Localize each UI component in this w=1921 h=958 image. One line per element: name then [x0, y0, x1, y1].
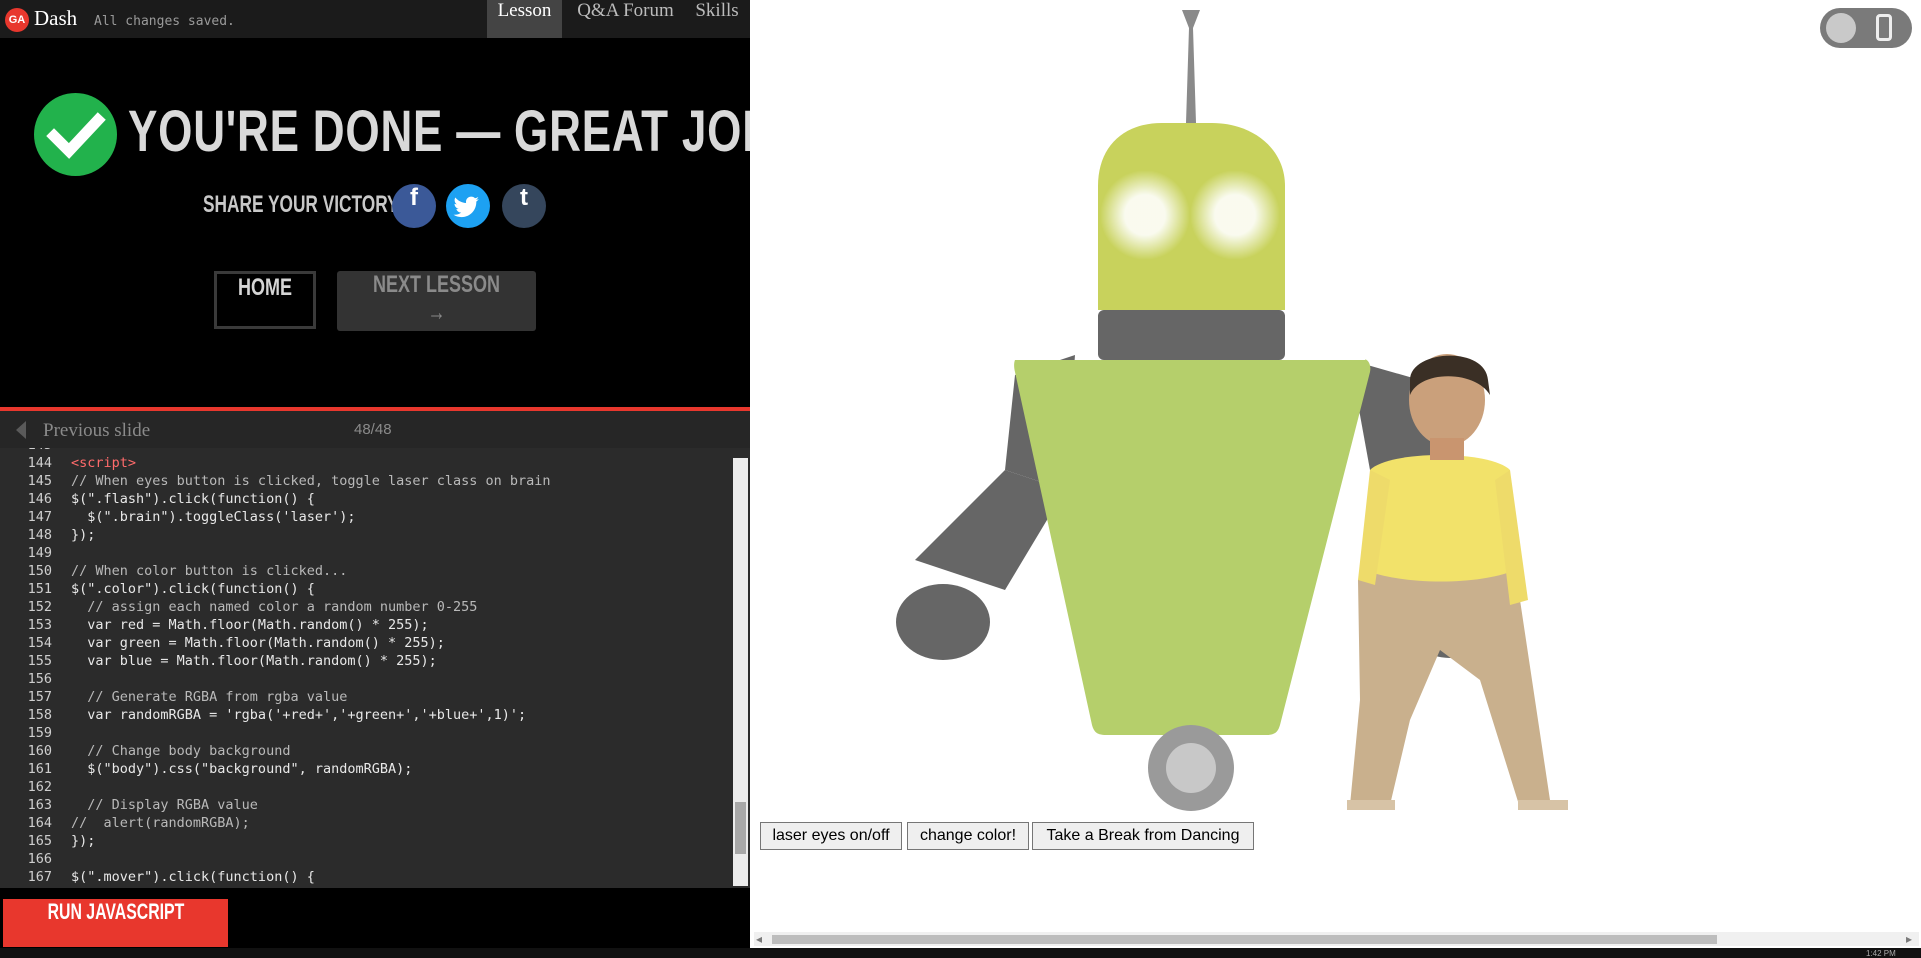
line-number: 157	[27, 689, 52, 705]
line-number-gutter: 145 144 145 146 147 148 149 150 151 152 153 154 155 1…	[0, 448, 64, 888]
code-line[interactable]: <script>	[71, 455, 136, 471]
completion-title: YOU'RE DONE — GREAT JOB!	[128, 99, 791, 164]
line-number: 145	[27, 473, 52, 489]
code-line[interactable]: $(".color").click(function() {	[71, 581, 315, 597]
code-line[interactable]: // alert(randomRGBA);	[71, 815, 250, 831]
code-line[interactable]: // Display RGBA value	[71, 797, 258, 813]
line-number: 149	[27, 545, 52, 561]
run-javascript-button[interactable]: RUN JAVASCRIPT	[3, 899, 228, 947]
home-button-label: HOME	[238, 274, 292, 301]
scroll-left-arrow-icon[interactable]: ◂	[756, 932, 762, 946]
editor-scrollbar[interactable]	[733, 458, 748, 886]
code-line[interactable]: var randomRGBA = 'rgba('+red+','+green+'…	[71, 707, 526, 723]
robot-jaw	[1098, 310, 1285, 360]
code-line[interactable]: var green = Math.floor(Math.random() * 2…	[71, 635, 445, 651]
lesson-panel: GA Dash All changes saved. Lesson Q&A Fo…	[0, 0, 789, 958]
laser-eyes-button[interactable]: laser eyes on/off	[760, 822, 902, 850]
line-number: 145	[0, 448, 52, 453]
slide-counter: 48/48	[354, 421, 392, 438]
code-line[interactable]: // When color button is clicked...	[71, 563, 347, 579]
line-number: 159	[27, 725, 52, 741]
line-number: 156	[27, 671, 52, 687]
slide-navigation: Previous slide 48/48	[0, 411, 750, 448]
line-number: 163	[27, 797, 52, 813]
os-taskbar	[0, 948, 1921, 958]
tumblr-icon[interactable]: t	[502, 184, 546, 228]
top-nav-bar: GA Dash All changes saved. Lesson Q&A Fo…	[0, 0, 750, 38]
code-line[interactable]: // When eyes button is clicked, toggle l…	[71, 473, 551, 489]
code-editor[interactable]: 145 144 145 146 147 148 149 150 151 152 153 154 155 1…	[0, 448, 750, 888]
code-line[interactable]: $("body").css("background", randomRGBA);	[71, 761, 412, 777]
line-number: 144	[27, 455, 52, 471]
app-name[interactable]: Dash	[34, 6, 77, 31]
ga-logo[interactable]: GA	[5, 8, 29, 32]
twitter-icon[interactable]	[446, 184, 490, 228]
next-lesson-label: NEXT LESSON →	[372, 271, 501, 326]
code-line[interactable]: $(".flash").click(function() {	[71, 491, 315, 507]
line-number: 167	[27, 869, 52, 885]
line-number: 160	[27, 743, 52, 759]
chevron-left-icon[interactable]	[16, 421, 26, 439]
save-status: All changes saved.	[94, 14, 235, 29]
line-number: 151	[27, 581, 52, 597]
code-line[interactable]: });	[71, 527, 95, 543]
code-line[interactable]: });	[71, 833, 95, 849]
robot-illustration	[896, 10, 1568, 811]
line-number: 154	[27, 635, 52, 651]
code-line[interactable]: // Generate RGBA from rgba value	[71, 689, 347, 705]
robot-left-eye	[1100, 170, 1190, 260]
code-line[interactable]: $(".mover").click(function() {	[71, 869, 315, 885]
tab-qa-forum[interactable]: Q&A Forum	[573, 0, 678, 38]
preview-horizontal-scrollbar[interactable]: ◂ ▸	[754, 932, 1919, 946]
run-javascript-label: RUN JAVASCRIPT	[47, 899, 184, 924]
tab-skills[interactable]: Skills	[691, 0, 743, 38]
line-number: 162	[27, 779, 52, 795]
line-number: 155	[27, 653, 52, 669]
code-line[interactable]: var red = Math.floor(Math.random() * 255…	[71, 617, 428, 633]
scroll-right-arrow-icon[interactable]: ▸	[1906, 932, 1912, 946]
robot-left-hand	[896, 584, 990, 660]
preview-stage: laser eyes on/off change color! Take a B…	[750, 0, 1921, 958]
checkmark-icon	[34, 93, 117, 176]
line-number: 152	[27, 599, 52, 615]
code-line[interactable]: // assign each named color a random numb…	[71, 599, 477, 615]
tab-lesson[interactable]: Lesson	[487, 0, 562, 38]
change-color-button[interactable]: change color!	[907, 822, 1029, 850]
facebook-icon[interactable]: f	[392, 184, 436, 228]
line-number: 153	[27, 617, 52, 633]
robot-right-eye	[1190, 170, 1280, 260]
take-a-break-button[interactable]: Take a Break from Dancing	[1032, 822, 1254, 850]
line-number: 161	[27, 761, 52, 777]
line-number: 150	[27, 563, 52, 579]
line-number: 147	[27, 509, 52, 525]
code-line[interactable]: // Change body background	[71, 743, 290, 759]
line-number: 164	[27, 815, 52, 831]
home-button[interactable]: HOME	[214, 271, 316, 329]
robot-wheel-hub	[1166, 743, 1216, 793]
robot-antenna	[1182, 10, 1200, 123]
preview-scrollbar-thumb[interactable]	[772, 935, 1717, 944]
share-label: SHARE YOUR VICTORY:	[203, 191, 404, 218]
code-line[interactable]: var blue = Math.floor(Math.random() * 25…	[71, 653, 437, 669]
next-lesson-button[interactable]: NEXT LESSON →	[337, 271, 536, 331]
code-line[interactable]: $(".brain").toggleClass('laser');	[71, 509, 355, 525]
line-number: 146	[27, 491, 52, 507]
line-number: 166	[27, 851, 52, 867]
line-number: 158	[27, 707, 52, 723]
line-number: 148	[27, 527, 52, 543]
robot-body	[1014, 359, 1371, 735]
taskbar-clock: 1:42 PM	[1866, 949, 1896, 958]
previous-slide-link[interactable]: Previous slide	[43, 420, 150, 442]
line-number: 165	[27, 833, 52, 849]
editor-scrollbar-thumb[interactable]	[735, 802, 746, 854]
